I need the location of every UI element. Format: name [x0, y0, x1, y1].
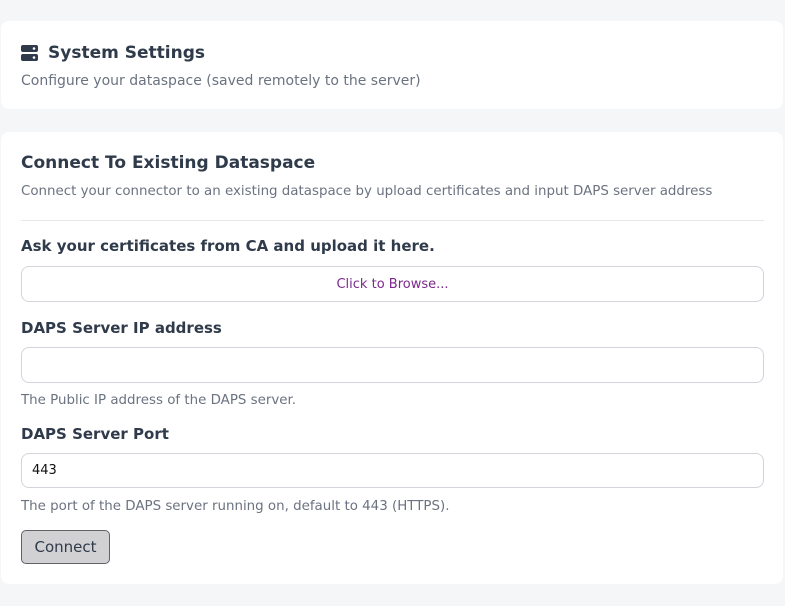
certificate-label: Ask your certificates from CA and upload…: [21, 237, 435, 255]
connect-dataspace-card: Connect To Existing Dataspace Connect yo…: [1, 132, 783, 584]
daps-ip-input[interactable]: [21, 347, 764, 383]
daps-port-input[interactable]: [21, 453, 764, 488]
connect-button[interactable]: Connect: [21, 530, 110, 564]
section-description: Connect your connector to an existing da…: [21, 184, 713, 199]
page-subtitle: Configure your dataspace (saved remotely…: [21, 73, 421, 89]
system-settings-header: System Settings: [21, 42, 205, 64]
section-title: Connect To Existing Dataspace: [21, 153, 316, 173]
daps-ip-help: The Public IP address of the DAPS server…: [21, 393, 297, 408]
daps-port-help: The port of the DAPS server running on, …: [21, 499, 450, 514]
page-title: System Settings: [48, 43, 205, 63]
browse-link[interactable]: Click to Browse...: [336, 277, 448, 292]
server-icon: [21, 45, 38, 61]
system-settings-card: System Settings Configure your dataspace…: [1, 21, 783, 109]
daps-ip-label: DAPS Server IP address: [21, 319, 222, 337]
divider: [21, 220, 764, 221]
daps-port-label: DAPS Server Port: [21, 425, 169, 443]
certificate-upload-dropzone[interactable]: Click to Browse...: [21, 266, 764, 302]
